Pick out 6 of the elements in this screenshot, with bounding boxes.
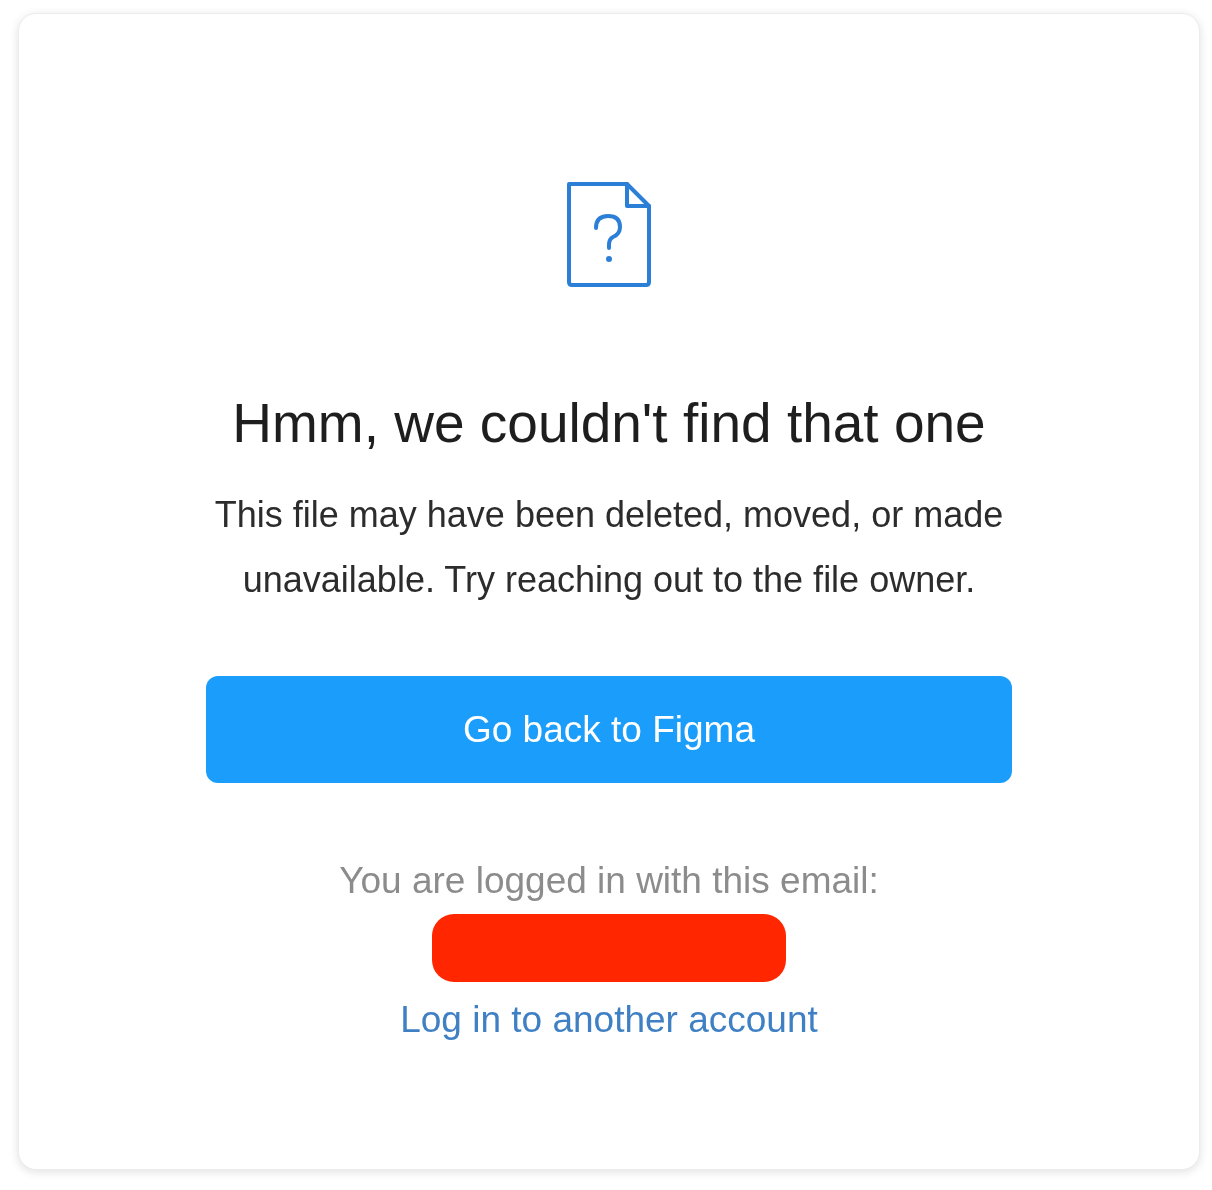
log-in-another-account-link[interactable]: Log in to another account — [400, 1000, 818, 1040]
error-message: This file may have been deleted, moved, or made unavailable. Try reaching out to the file owner. — [213, 493, 1005, 602]
error-heading: Hmm, we couldn't find that one — [232, 393, 986, 453]
file-question-icon — [565, 180, 653, 289]
logged-in-label: You are logged in with this email: — [339, 861, 879, 901]
go-back-button[interactable]: Go back to Figma — [206, 676, 1012, 783]
